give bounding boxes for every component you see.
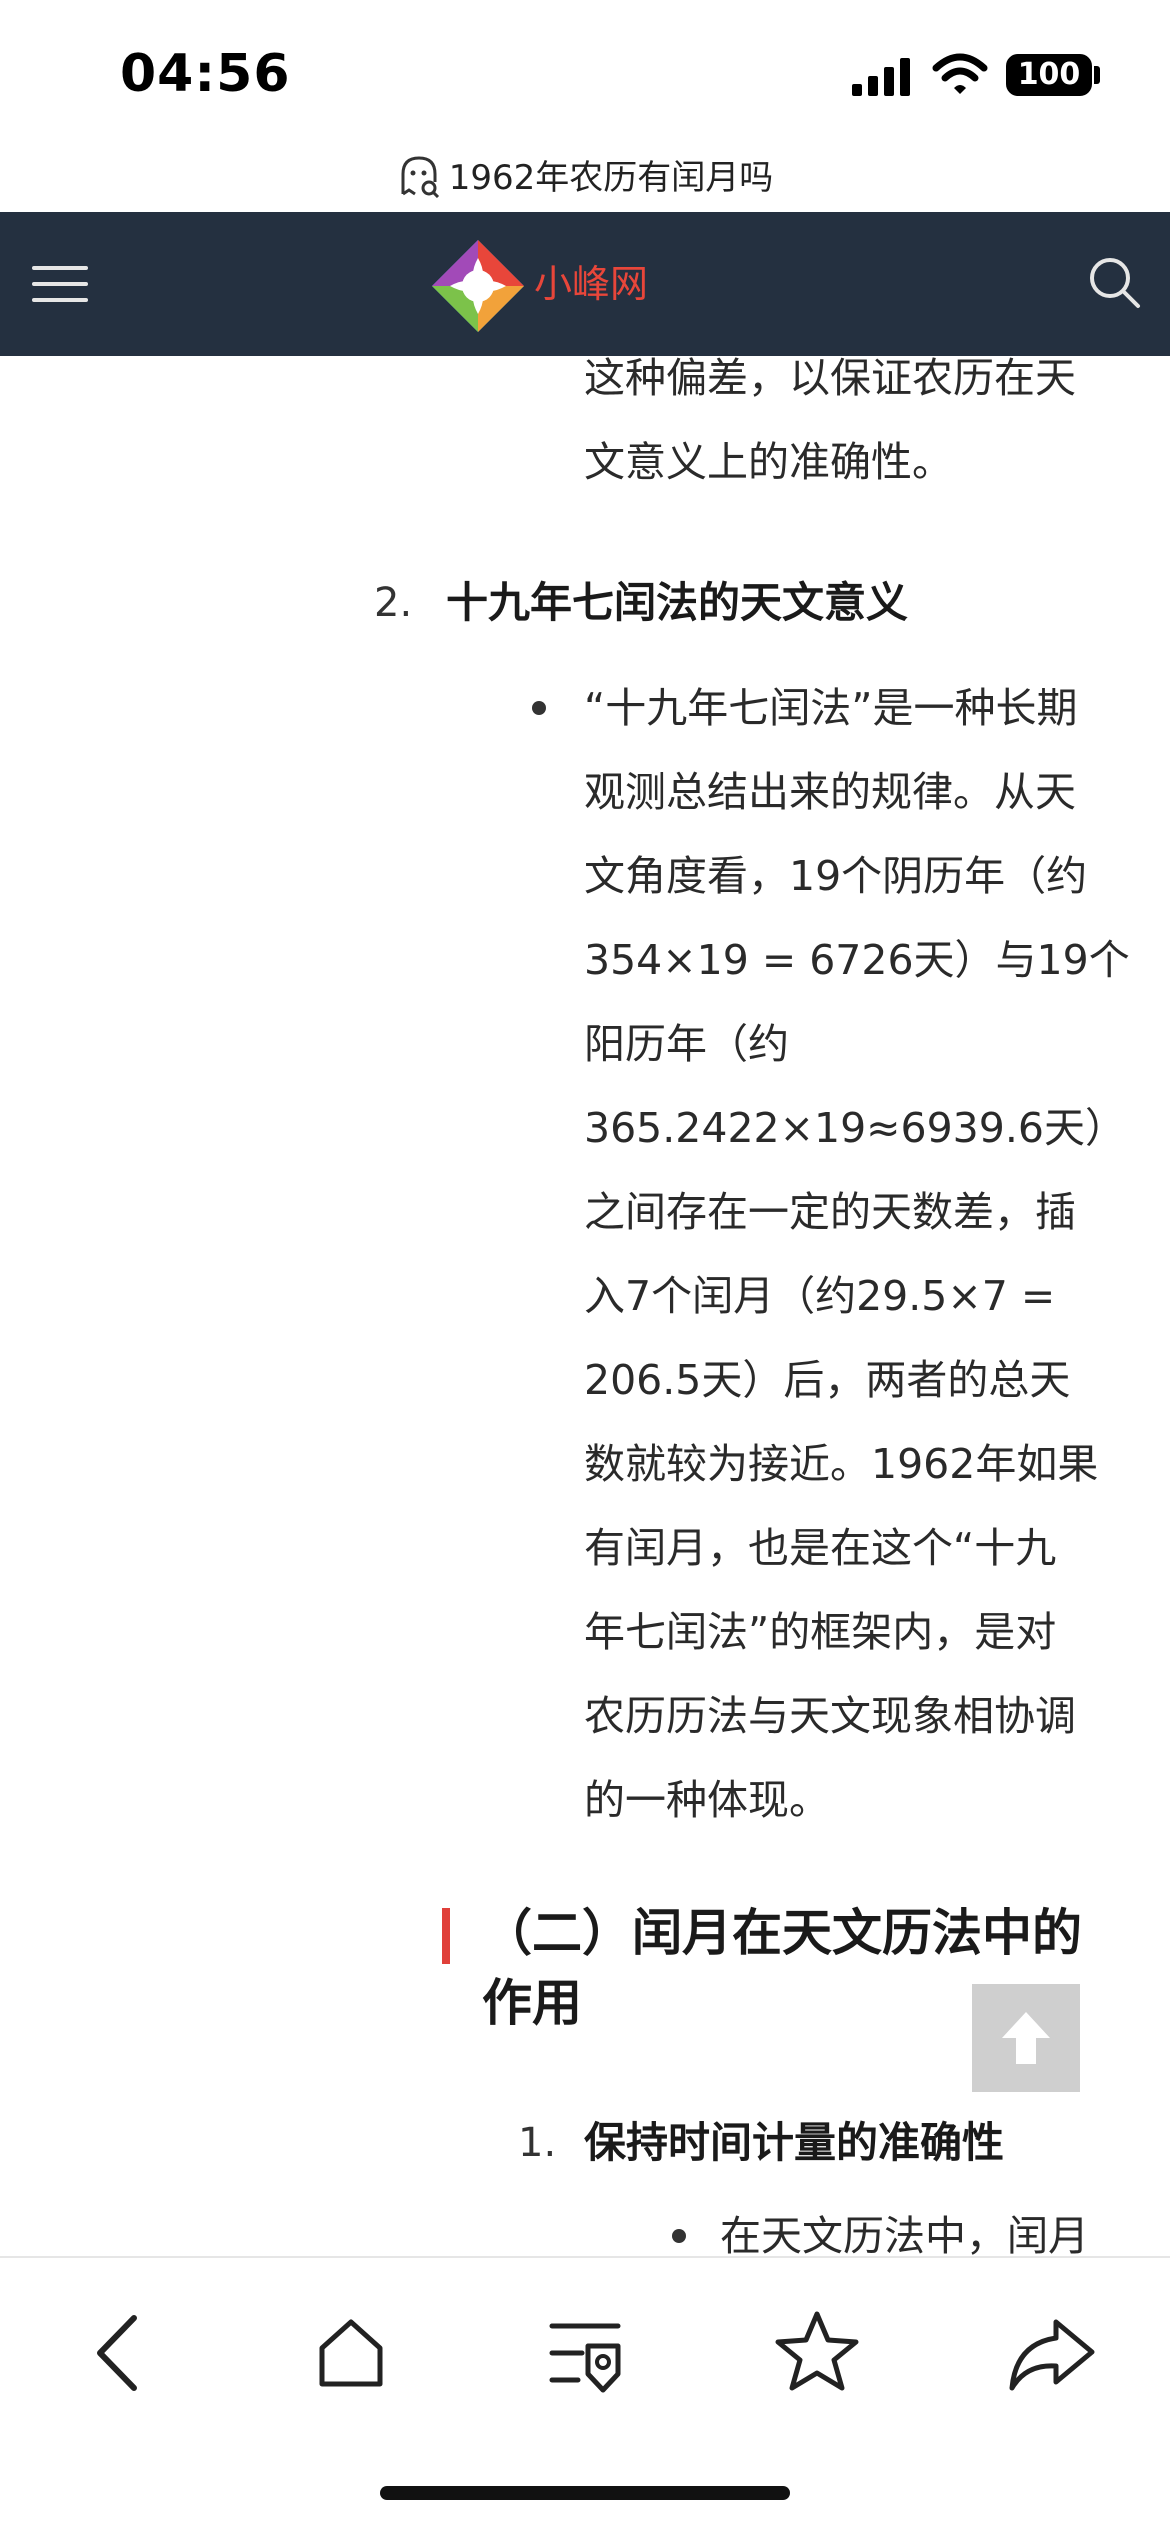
status-bar: 04:56 100 (0, 0, 1170, 140)
paragraph-line: 365.2422×19≈6939.6天） (584, 1104, 1126, 1152)
ghost-privacy-icon (401, 155, 439, 198)
paragraph-line: 数就较为接近。1962年如果 (584, 1440, 1099, 1488)
paragraph-line: 阳历年（约 (584, 1020, 789, 1068)
section-title: （二）闰月在天文历法中的 (482, 1904, 1082, 1962)
article-content: 这种偏差，以保证农历在天 文意义上的准确性。 2. 十九年七闰法的天文意义 “十… (0, 356, 1170, 2256)
home-icon[interactable] (296, 2298, 406, 2408)
paragraph-line: 入7个闰月（约29.5×7 = (584, 1272, 1056, 1320)
intro-line: 这种偏差，以保证农历在天 (584, 356, 1076, 402)
page-url-text: 1962年农历有闰月吗 (448, 158, 774, 198)
list-number: 1. (518, 2120, 557, 2166)
site-logo-icon[interactable] (428, 236, 528, 336)
bullet-dot (672, 2229, 686, 2243)
arrow-up-icon (1002, 2012, 1050, 2064)
site-header: 小峰网 (0, 212, 1170, 356)
paragraph-line: 有闰月，也是在这个“十九 (584, 1524, 1057, 1572)
list-item-title: 十九年七闰法的天文意义 (446, 578, 909, 627)
paragraph-line: 年七闰法”的框架内，是对 (584, 1608, 1057, 1656)
status-time: 04:56 (120, 44, 291, 104)
paragraph-line: 农历历法与天文现象相协调 (584, 1692, 1076, 1740)
list-item-title: 保持时间计量的准确性 (584, 2118, 1005, 2167)
battery-level: 100 (1017, 57, 1081, 92)
wifi-icon (932, 53, 988, 94)
home-indicator[interactable] (380, 2486, 790, 2500)
list-number: 2. (374, 580, 413, 626)
menu-icon[interactable] (32, 262, 88, 306)
paragraph-line: 354×19 = 6726天）与19个 (584, 936, 1130, 984)
paragraph-line: 在天文历法中，闰月 (720, 2212, 1089, 2256)
battery-cap (1094, 66, 1100, 84)
back-to-top-button[interactable] (972, 1984, 1080, 2092)
chevron-left-icon[interactable] (64, 2298, 174, 2408)
page-url-bar[interactable]: 1962年农历有闰月吗 (0, 150, 1170, 206)
star-icon[interactable] (762, 2298, 872, 2408)
cellular-signal-icon (852, 58, 910, 96)
battery-indicator: 100 (1006, 54, 1092, 96)
paragraph-line: “十九年七闰法”是一种长期 (584, 684, 1078, 732)
paragraph-line: 的一种体现。 (584, 1776, 830, 1824)
share-icon[interactable] (996, 2298, 1106, 2408)
intro-line: 文意义上的准确性。 (584, 438, 953, 486)
section-accent-bar (442, 1908, 450, 1964)
paragraph-line: 文角度看，19个阴历年（约 (584, 852, 1088, 900)
search-icon[interactable] (1086, 254, 1142, 310)
paragraph-line: 206.5天）后，两者的总天 (584, 1356, 1071, 1404)
paragraph-line: 观测总结出来的规律。从天 (584, 768, 1076, 816)
tabs-search-icon[interactable] (530, 2298, 640, 2408)
bullet-dot (532, 701, 546, 715)
site-name[interactable]: 小峰网 (534, 258, 648, 310)
paragraph-line: 之间存在一定的天数差，插 (584, 1188, 1076, 1236)
